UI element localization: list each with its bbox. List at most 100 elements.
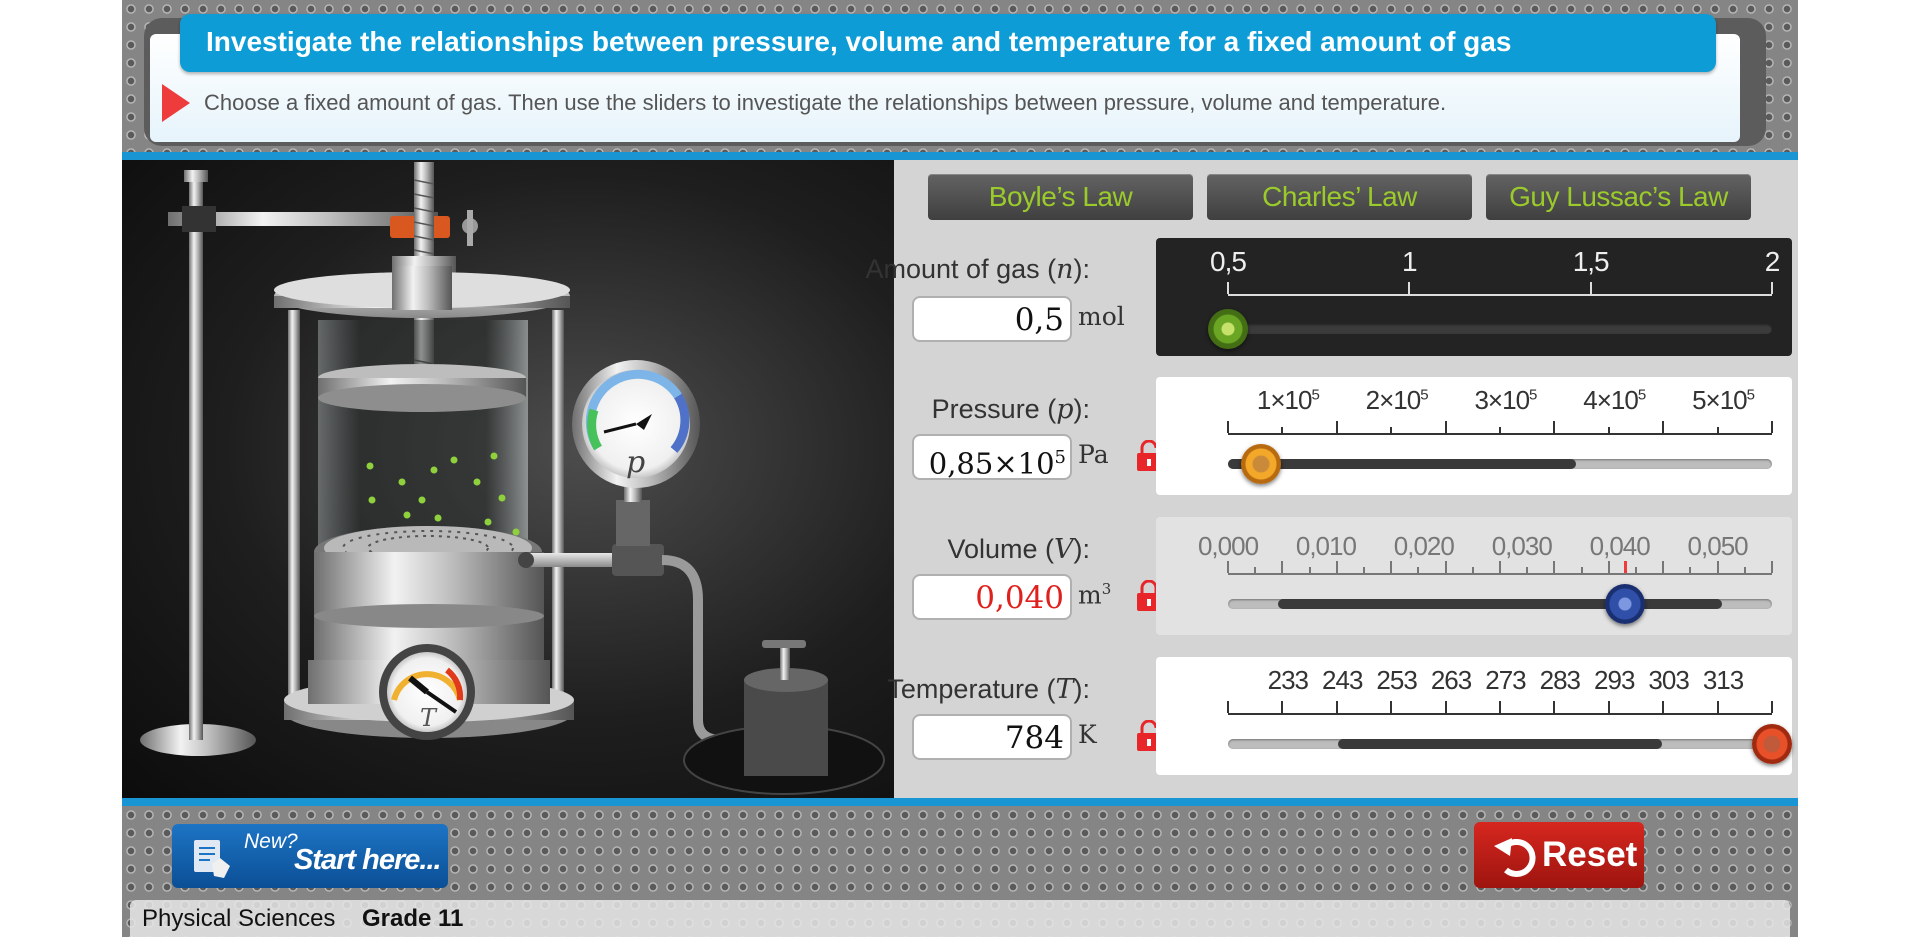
instruction-text: Choose a fixed amount of gas. Then use t… bbox=[204, 90, 1447, 115]
pump-body bbox=[744, 680, 828, 776]
volume-slider-track[interactable] bbox=[1228, 599, 1772, 609]
temperature-label: Temperature (T): bbox=[887, 674, 1090, 705]
amount-tick-label: 0,5 bbox=[1210, 246, 1247, 277]
temperature-tick-mark bbox=[1499, 701, 1501, 713]
volume-tick-mark bbox=[1553, 561, 1556, 573]
temperature-tick-mark bbox=[1662, 701, 1665, 713]
volume-tick-mark bbox=[1716, 561, 1719, 573]
pressure-tick-label: 3×105 bbox=[1474, 385, 1537, 415]
guide-icon bbox=[194, 840, 230, 878]
amount-tick-mark bbox=[1771, 282, 1773, 294]
temperature-tick-mark bbox=[1281, 701, 1284, 713]
pressure-tick-label: 4×105 bbox=[1583, 385, 1646, 415]
temperature-tick-label: 303 bbox=[1648, 665, 1689, 695]
pressure-tick-mark bbox=[1771, 421, 1773, 433]
volume-tick-mark bbox=[1771, 561, 1773, 573]
header-divider bbox=[122, 152, 1798, 160]
pressure-gauge-symbol: p bbox=[626, 445, 645, 480]
start-here-button[interactable]: New? Start here... bbox=[172, 824, 448, 888]
temperature-tick-label: 283 bbox=[1539, 665, 1581, 695]
pressure-slider-knob[interactable] bbox=[1240, 444, 1281, 484]
amount-axis bbox=[1228, 294, 1772, 296]
pressure-slider-panel: 1×105 2×105 3×105 4×105 5×105 bbox=[1156, 377, 1792, 495]
apparatus-scene: T p bbox=[122, 160, 894, 798]
temperature-slider-panel: 233 243 253 263 273 283 293 303 313 bbox=[1156, 657, 1792, 775]
temperature-tick-label: 263 bbox=[1430, 665, 1472, 695]
pressure-value-field[interactable]: 0,85×105 bbox=[912, 434, 1072, 481]
reset-icon bbox=[1494, 838, 1536, 877]
volume-tick-mark bbox=[1390, 561, 1393, 573]
amount-slider-knob[interactable] bbox=[1208, 309, 1248, 349]
volume-tick-mark bbox=[1335, 561, 1338, 573]
temperature-gauge-symbol: T bbox=[420, 704, 438, 732]
reset-button[interactable]: Reset bbox=[1474, 822, 1644, 888]
pressure-tick-label: 5×105 bbox=[1692, 385, 1755, 415]
temperature-unit: K bbox=[1078, 720, 1097, 749]
amount-tick-mark bbox=[1589, 282, 1592, 294]
volume-slider-panel: 0,000 0,010 0,020 0,030 0,040 0,050 bbox=[1156, 517, 1792, 635]
volume-axis bbox=[1228, 573, 1772, 575]
amount-tick-mark bbox=[1408, 282, 1411, 294]
volume-tick-mark bbox=[1227, 561, 1229, 573]
temperature-slider-knob[interactable] bbox=[1752, 724, 1792, 764]
volume-tick-label: 0,040 bbox=[1589, 531, 1651, 561]
temperature-axis bbox=[1228, 713, 1772, 715]
pressure-tick-mark bbox=[1662, 421, 1665, 433]
temperature-tick-mark bbox=[1716, 701, 1719, 713]
temperature-tick-mark bbox=[1390, 701, 1393, 713]
temperature-slider-track[interactable] bbox=[1228, 739, 1772, 749]
simulation-app: Investigate the relationships between pr… bbox=[122, 0, 1798, 937]
volume-label: Volume (V): bbox=[947, 534, 1090, 565]
pressure-tick-label: 2×105 bbox=[1365, 385, 1429, 415]
temperature-tick-label: 233 bbox=[1267, 665, 1309, 695]
volume-tick-label: 0,000 bbox=[1197, 531, 1259, 561]
play-arrow-icon bbox=[162, 84, 190, 122]
pressure-tick-mark bbox=[1227, 421, 1229, 433]
footer-divider bbox=[122, 798, 1798, 806]
amount-tick-label: 2 bbox=[1764, 246, 1781, 277]
amount-tick-mark bbox=[1227, 282, 1229, 294]
volume-tick-mark bbox=[1281, 561, 1284, 573]
subject-label: Physical Sciences bbox=[142, 905, 336, 932]
amount-unit: mol bbox=[1078, 302, 1125, 331]
start-here-label: Start here... bbox=[294, 844, 442, 876]
reset-label: Reset bbox=[1542, 835, 1638, 874]
volume-tick-label: 0,030 bbox=[1491, 531, 1553, 561]
volume-value-field[interactable]: 0,040 bbox=[912, 574, 1072, 620]
guy-lussac-law-button[interactable]: Guy Lussac’s Law bbox=[1486, 174, 1751, 220]
pressure-tick-mark bbox=[1553, 421, 1556, 433]
volume-tick-label: 0,020 bbox=[1393, 531, 1455, 561]
volume-tick-mark bbox=[1499, 561, 1501, 573]
boyles-law-button[interactable]: Boyle’s Law bbox=[928, 174, 1193, 220]
volume-tick-label: 0,050 bbox=[1687, 531, 1749, 561]
footer: New? Start here... Reset Physical Scienc… bbox=[122, 806, 1798, 937]
amount-slider-panel: 0,5 1 1,5 2 bbox=[1156, 238, 1792, 356]
stand-rod bbox=[189, 174, 203, 740]
volume-unit: m3 bbox=[1078, 580, 1112, 610]
apparatus-illustration: T p bbox=[140, 162, 885, 795]
bottom-bar: Physical Sciences Grade 11 bbox=[130, 900, 1790, 937]
volume-slider-knob[interactable] bbox=[1605, 584, 1646, 624]
temperature-tick-mark bbox=[1607, 701, 1610, 713]
title-bar: Investigate the relationships between pr… bbox=[180, 14, 1716, 72]
charles-law-button[interactable]: Charles’ Law bbox=[1207, 174, 1472, 220]
pressure-label: Pressure (p): bbox=[931, 394, 1090, 425]
amount-slider-track[interactable] bbox=[1228, 324, 1772, 334]
volume-tick-label: 0,010 bbox=[1295, 531, 1357, 561]
pressure-axis bbox=[1228, 433, 1772, 435]
volume-tick-mark bbox=[1607, 561, 1610, 573]
temperature-tick-mark bbox=[1771, 701, 1773, 713]
temperature-tick-label: 293 bbox=[1594, 665, 1635, 695]
amount-tick-label: 1 bbox=[1402, 246, 1418, 277]
pressure-tick-label: 1×105 bbox=[1256, 385, 1320, 415]
gas-cylinder bbox=[318, 320, 528, 550]
temperature-value-field[interactable]: 784 bbox=[912, 714, 1072, 760]
start-new-label: New? bbox=[244, 830, 298, 853]
temperature-tick-mark bbox=[1227, 701, 1229, 713]
pressure-slider-track[interactable] bbox=[1228, 459, 1772, 469]
temperature-tick-mark bbox=[1553, 701, 1556, 713]
pressure-tick-mark bbox=[1335, 421, 1338, 433]
temperature-tick-mark bbox=[1335, 701, 1338, 713]
amount-value-field[interactable]: 0,5 bbox=[912, 296, 1072, 342]
temperature-tick-label: 273 bbox=[1485, 665, 1526, 695]
